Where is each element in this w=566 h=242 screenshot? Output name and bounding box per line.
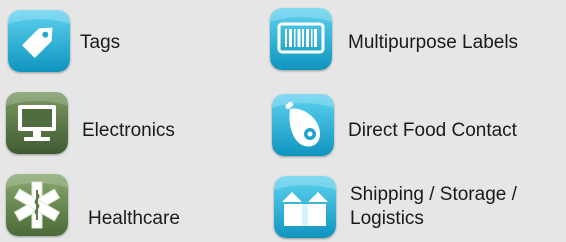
category-label: Healthcare (88, 208, 180, 229)
category-direct-food-contact[interactable]: Direct Food Contact (270, 92, 564, 158)
category-tags[interactable]: Tags (6, 8, 166, 74)
category-label: Multipurpose Labels (348, 32, 519, 53)
category-label: Tags (80, 32, 121, 53)
category-label: Shipping / Storage / (350, 184, 517, 205)
category-healthcare[interactable]: Healthcare (4, 172, 184, 238)
computer-monitor-icon (6, 92, 68, 154)
category-label: Electronics (82, 120, 175, 141)
category-label-line2: Logistics (350, 208, 424, 229)
barcode-icon (270, 8, 332, 70)
category-multipurpose-labels[interactable]: Multipurpose Labels (270, 6, 564, 72)
star-of-life-icon (6, 174, 68, 236)
category-shipping-storage-logistics[interactable]: Shipping / Storage / Logistics (270, 174, 564, 240)
category-electronics[interactable]: Electronics (4, 90, 184, 156)
category-grid: Tags Electronics Healthcare Multipurpose… (0, 0, 566, 242)
tag-icon (8, 10, 70, 72)
open-box-icon (274, 176, 336, 238)
ham-icon (272, 94, 334, 156)
category-label: Direct Food Contact (348, 120, 517, 141)
